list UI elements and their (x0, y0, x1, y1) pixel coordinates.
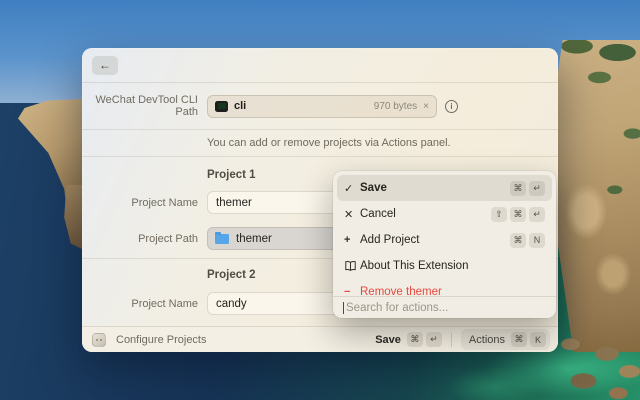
back-button[interactable]: ← (92, 56, 118, 75)
action-item-about[interactable]: About This Extension (337, 253, 552, 279)
project1-header: Project 1 (207, 169, 256, 181)
project2-header: Project 2 (207, 269, 256, 281)
return-key-icon: ↵ (426, 332, 442, 347)
check-icon: ✓ (344, 182, 360, 195)
cmd-key-icon: ⌘ (510, 207, 526, 222)
cmd-key-icon: ⌘ (510, 233, 526, 248)
actions-button[interactable]: Actions ⌘ K (461, 329, 550, 350)
cmd-key-icon: ⌘ (511, 332, 527, 347)
action-item-save[interactable]: ✓ Save ⌘ ↵ (337, 175, 552, 201)
project-name-label: Project Name (82, 197, 198, 209)
shift-key-icon: ⇧ (491, 207, 507, 222)
wallpaper-boulders (553, 332, 640, 400)
open-book-icon (344, 260, 360, 272)
action-item-remove-themer[interactable]: − Remove themer (337, 279, 552, 296)
window-header: ← (82, 48, 558, 83)
cli-file-name: cli (234, 100, 246, 112)
search-placeholder: Search for actions... (346, 302, 448, 314)
footer-divider (451, 333, 452, 347)
divider (82, 156, 558, 157)
minus-icon: − (344, 286, 360, 296)
cmd-key-icon: ⌘ (510, 181, 526, 196)
project-name-label: Project Name (82, 298, 198, 310)
extension-title: Configure Projects (116, 334, 207, 346)
actions-panel: ✓ Save ⌘ ↵ ✕ Cancel ⇧ ⌘ ↵ + Add Project (333, 171, 556, 318)
back-arrow-icon: ← (99, 59, 111, 71)
action-item-add-project[interactable]: + Add Project ⌘ N (337, 227, 552, 253)
description-row: You can add or remove projects via Actio… (82, 130, 558, 156)
folder-icon (215, 234, 229, 244)
project-path-label: Project Path (82, 233, 198, 245)
actions-search-field[interactable]: Search for actions... (333, 296, 556, 318)
plus-icon: + (344, 234, 360, 246)
text-cursor (343, 302, 344, 314)
remove-file-icon[interactable]: × (423, 101, 429, 112)
desktop: ← WeChat DevTool CLI Path cli 970 bytes … (0, 0, 640, 400)
save-label: Save (375, 334, 401, 346)
info-icon[interactable]: i (445, 100, 458, 113)
terminal-icon (215, 101, 228, 112)
close-icon: ✕ (344, 208, 360, 221)
cli-path-row: WeChat DevTool CLI Path cli 970 bytes × … (82, 83, 558, 129)
actions-list: ✓ Save ⌘ ↵ ✕ Cancel ⇧ ⌘ ↵ + Add Project (337, 175, 552, 296)
action-item-cancel[interactable]: ✕ Cancel ⇧ ⌘ ↵ (337, 201, 552, 227)
return-key-icon: ↵ (529, 207, 545, 222)
n-key-icon: N (529, 233, 545, 248)
cli-file-chip[interactable]: cli 970 bytes × (207, 95, 437, 118)
extension-icon (92, 333, 106, 347)
window-footer: Configure Projects Save ⌘ ↵ Actions ⌘ K (82, 326, 558, 352)
k-key-icon: K (530, 332, 546, 347)
return-key-icon: ↵ (529, 181, 545, 196)
description-text: You can add or remove projects via Actio… (207, 137, 451, 149)
cli-path-label: WeChat DevTool CLI Path (82, 94, 198, 118)
project1-path-value: themer (236, 233, 272, 245)
actions-label: Actions (469, 334, 505, 346)
cmd-key-icon: ⌘ (407, 332, 423, 347)
cli-file-size: 970 bytes (374, 101, 417, 112)
save-button[interactable]: Save ⌘ ↵ (375, 332, 442, 347)
